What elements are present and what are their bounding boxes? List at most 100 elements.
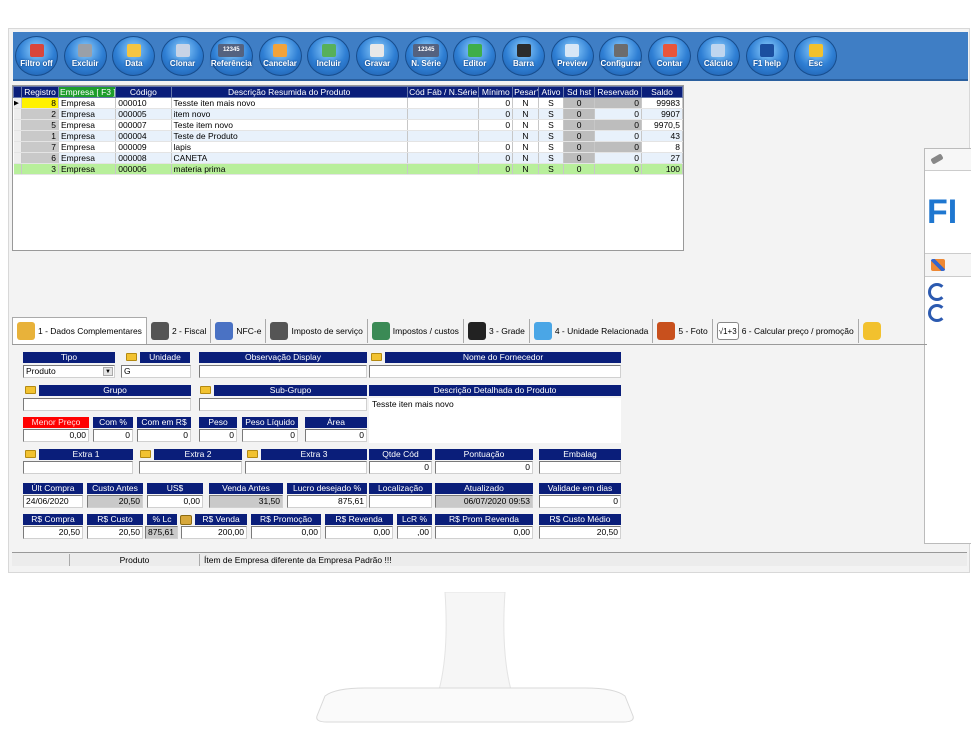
- row-indicator[interactable]: [13, 163, 23, 175]
- cell-descricao[interactable]: item novo: [171, 108, 408, 120]
- folder-icon[interactable]: [371, 353, 382, 361]
- cell-reservado[interactable]: 0: [594, 119, 643, 131]
- col-header-ativo[interactable]: Ativo: [537, 86, 565, 98]
- folder-icon[interactable]: [126, 353, 137, 361]
- folder-icon[interactable]: [247, 450, 258, 458]
- validade-input[interactable]: 0: [539, 495, 621, 508]
- filtro-off-button[interactable]: Filtro off: [15, 36, 58, 76]
- cell-reservado[interactable]: 0: [594, 152, 643, 164]
- cell-descricao[interactable]: Teste de Produto: [171, 130, 408, 142]
- cell-saldo[interactable]: 99983: [641, 97, 683, 109]
- cell-minimo[interactable]: [478, 130, 514, 142]
- cancelar-button[interactable]: Cancelar: [258, 36, 302, 76]
- cell-codigo[interactable]: 000008: [115, 152, 172, 164]
- tab-6[interactable]: 3 - Grade: [464, 318, 530, 343]
- com-rs-input[interactable]: 0: [137, 429, 191, 442]
- grupo-input[interactable]: [23, 398, 191, 411]
- rs-custo-medio-input[interactable]: 20,50: [539, 526, 621, 539]
- chevron-down-icon[interactable]: ▼: [103, 367, 113, 376]
- side-window[interactable]: FI: [924, 148, 971, 544]
- cell-saldo[interactable]: 8: [641, 141, 683, 153]
- cell-minimo[interactable]: 0: [478, 119, 514, 131]
- extra2-input[interactable]: [139, 461, 242, 474]
- cell-codfab[interactable]: [407, 141, 480, 153]
- area-input[interactable]: 0: [305, 429, 367, 442]
- esc-button[interactable]: Esc: [794, 36, 838, 76]
- col-header-descricao[interactable]: Descrição Resumida do Produto: [170, 86, 408, 98]
- cell-sdhst[interactable]: 0: [563, 163, 595, 175]
- menor-preco-input[interactable]: 0,00: [23, 429, 89, 442]
- cell-saldo[interactable]: 9970,5: [641, 119, 683, 131]
- tipo-select[interactable]: Produto ▼: [23, 365, 115, 378]
- tab-3[interactable]: NFC-e: [211, 318, 267, 343]
- cell-ativo[interactable]: S: [538, 130, 565, 142]
- cell-pesar[interactable]: N: [512, 163, 539, 175]
- cell-codfab[interactable]: [407, 152, 480, 164]
- cell-pesar[interactable]: N: [512, 108, 539, 120]
- fornecedor-input[interactable]: [369, 365, 621, 378]
- cell-descricao[interactable]: CANETA: [171, 152, 408, 164]
- cell-descricao[interactable]: Tesste iten mais novo: [171, 97, 408, 109]
- us-input[interactable]: 0,00: [147, 495, 203, 508]
- tab-4[interactable]: Imposto de serviço: [266, 318, 368, 343]
- cell-descricao[interactable]: materia prima: [171, 163, 408, 175]
- descricao-detalhada-textarea[interactable]: Tesste iten mais novo: [369, 398, 621, 443]
- cell-ativo[interactable]: S: [538, 152, 565, 164]
- cell-saldo[interactable]: 100: [641, 163, 683, 175]
- cell-registro[interactable]: 2: [21, 108, 59, 120]
- cell-registro[interactable]: 3: [21, 163, 59, 175]
- cell-codigo[interactable]: 000007: [115, 119, 172, 131]
- cell-codfab[interactable]: [407, 130, 480, 142]
- cell-saldo[interactable]: 9907: [641, 108, 683, 120]
- cell-codigo[interactable]: 000004: [115, 130, 172, 142]
- f1-help-button[interactable]: F1 help: [745, 36, 789, 76]
- thumbs-up-icon[interactable]: [862, 321, 881, 340]
- cell-codigo[interactable]: 000010: [115, 97, 172, 109]
- cell-reservado[interactable]: 0: [594, 97, 643, 109]
- configurar-button[interactable]: Configurar: [599, 36, 643, 76]
- cell-reservado[interactable]: 0: [594, 108, 643, 120]
- cell-empresa[interactable]: Empresa: [58, 97, 117, 109]
- cell-codfab[interactable]: [407, 163, 480, 175]
- cell-registro[interactable]: 1: [21, 130, 59, 142]
- cell-codfab[interactable]: [407, 108, 480, 120]
- cell-sdhst[interactable]: 0: [563, 141, 595, 153]
- table-row[interactable]: 3 Empresa 000006 materia prima 0 N S 0 0 100: [13, 163, 683, 175]
- cell-minimo[interactable]: 0: [478, 97, 514, 109]
- table-row[interactable]: 1 Empresa 000004 Teste de Produto N S 0 0 43: [13, 130, 683, 142]
- cell-sdhst[interactable]: 0: [563, 97, 595, 109]
- cell-minimo[interactable]: 0: [478, 163, 514, 175]
- extra3-input[interactable]: [245, 461, 367, 474]
- col-header-reservado[interactable]: Reservado: [593, 86, 643, 98]
- tab-1[interactable]: 1 - Dados Complementares: [12, 317, 147, 344]
- table-row[interactable]: 5 Empresa 000007 Teste item novo 0 N S 0 0 9970,5: [13, 119, 683, 131]
- table-row[interactable]: 6 Empresa 000008 CANETA 0 N S 0 0 27: [13, 152, 683, 164]
- cell-pesar[interactable]: N: [512, 97, 539, 109]
- rs-compra-input[interactable]: 20,50: [23, 526, 83, 539]
- rs-promocao-input[interactable]: 0,00: [251, 526, 321, 539]
- col-header-sdhst[interactable]: Sd hst: [563, 86, 595, 98]
- cell-ativo[interactable]: S: [538, 163, 565, 175]
- table-row[interactable]: 2 Empresa 000005 item novo 0 N S 0 0 9907: [13, 108, 683, 120]
- cell-saldo[interactable]: 43: [641, 130, 683, 142]
- observacao-input[interactable]: [199, 365, 367, 378]
- cell-pesar[interactable]: N: [512, 119, 539, 131]
- data-button[interactable]: Data: [112, 36, 156, 76]
- cell-saldo[interactable]: 27: [641, 152, 683, 164]
- col-header-codigo[interactable]: Código: [115, 86, 172, 98]
- qtde-cod-input[interactable]: 0: [369, 461, 432, 474]
- refer-ncia-button[interactable]: 12345 Referência: [209, 36, 253, 76]
- col-header-minimo[interactable]: Mínimo: [478, 86, 514, 98]
- cell-registro[interactable]: 6: [21, 152, 59, 164]
- col-header-pesar[interactable]: Pesar?: [512, 86, 539, 98]
- product-grid[interactable]: Registro Empresa [ F3 ] Código Descrição…: [12, 85, 684, 251]
- unidade-input[interactable]: G: [121, 365, 191, 378]
- cell-sdhst[interactable]: 0: [563, 119, 595, 131]
- cell-empresa[interactable]: Empresa: [58, 130, 117, 142]
- cell-sdhst[interactable]: 0: [563, 130, 595, 142]
- rs-prom-revenda-input[interactable]: 0,00: [435, 526, 533, 539]
- folder-icon[interactable]: [140, 450, 151, 458]
- refresh-icon[interactable]: [928, 304, 946, 322]
- cell-codfab[interactable]: [407, 97, 480, 109]
- cell-registro[interactable]: 5: [21, 119, 59, 131]
